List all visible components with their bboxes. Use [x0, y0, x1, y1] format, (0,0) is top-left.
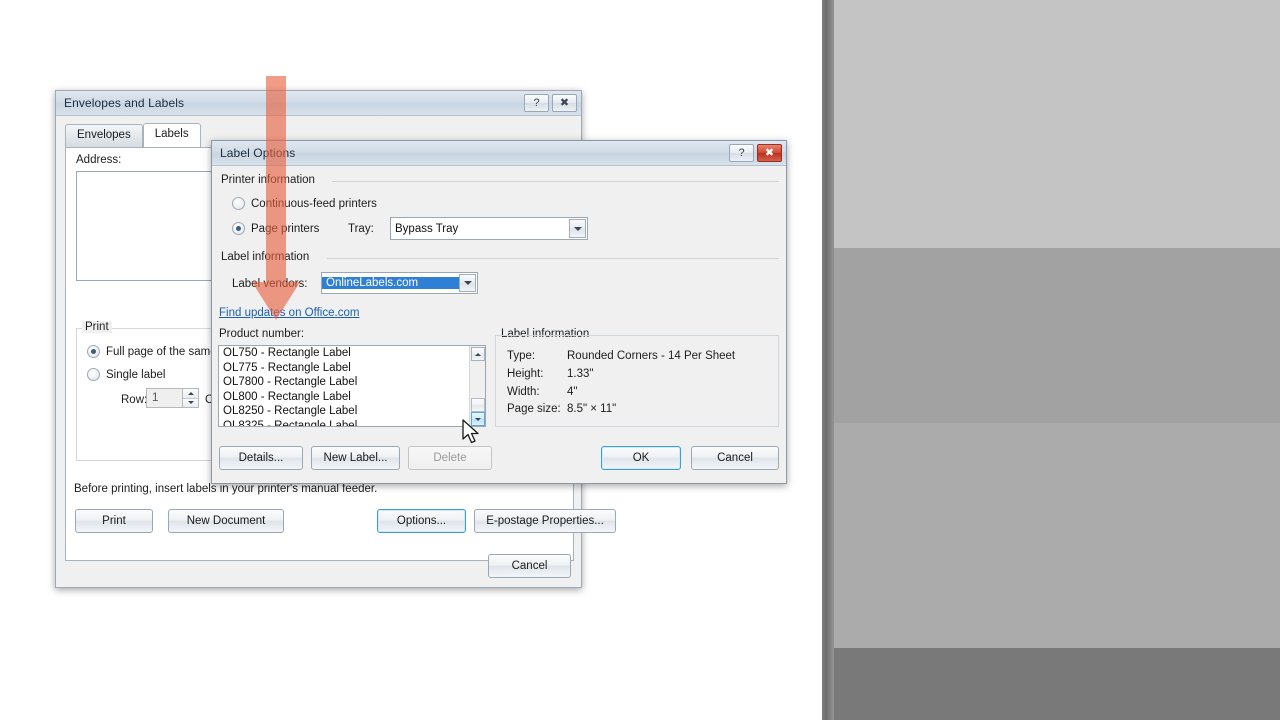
envelopes-titlebar-buttons: ? ✖ — [524, 94, 577, 112]
label-vendors-value: OnlineLabels.com — [322, 277, 459, 289]
list-item[interactable]: OL8250 - Rectangle Label — [219, 404, 485, 419]
list-item[interactable]: OL750 - Rectangle Label — [219, 346, 485, 361]
stepper-up-icon[interactable] — [183, 389, 198, 399]
page-size-key: Page size: — [507, 403, 561, 415]
new-label-button[interactable]: New Label... — [311, 446, 400, 470]
right-dark-divider — [822, 0, 832, 720]
right-panel-lower-mid — [832, 423, 1280, 648]
type-value: Rounded Corners - 14 Per Sheet — [567, 350, 736, 362]
tab-envelopes[interactable]: Envelopes — [65, 124, 143, 147]
label-options-dialog: Label Options ? ✖ Printer information Co… — [211, 140, 787, 484]
scroll-up-arrow[interactable] — [471, 347, 485, 361]
cancel-button[interactable]: Cancel — [691, 446, 779, 470]
height-value: 1.33" — [567, 368, 594, 380]
envelopes-tabstrip: Envelopes Labels — [65, 123, 201, 147]
type-key: Type: — [507, 350, 536, 362]
envelopes-titlebar[interactable]: Envelopes and Labels ? ✖ — [56, 91, 581, 116]
help-icon[interactable]: ? — [524, 94, 549, 112]
row-value: 1 — [152, 392, 159, 404]
chevron-down-icon[interactable] — [459, 274, 476, 292]
label-options-titlebar-buttons: ? ✖ — [729, 144, 782, 162]
close-icon[interactable]: ✖ — [757, 144, 782, 162]
row-label: Row: — [121, 394, 148, 406]
label-information-rule — [327, 258, 779, 259]
label-information-group-title: Label information — [221, 251, 310, 263]
width-key: Width: — [507, 386, 540, 398]
print-button[interactable]: Print — [75, 509, 153, 533]
tray-label: Tray: — [348, 223, 374, 235]
product-number-scrollbar[interactable] — [469, 346, 485, 426]
stepper-down-icon[interactable] — [183, 398, 198, 407]
radio-continuous-feed-printers[interactable]: Continuous-feed printers — [232, 197, 377, 210]
list-item[interactable]: OL8325 - Rectangle Label — [219, 419, 485, 426]
new-document-button[interactable]: New Document — [168, 509, 284, 533]
epostage-properties-button[interactable]: E-postage Properties... — [474, 509, 616, 533]
envelopes-cancel-button[interactable]: Cancel — [488, 554, 571, 578]
row-stepper[interactable]: 1 — [146, 388, 199, 408]
row-stepper-buttons — [182, 389, 198, 407]
radio-dot-icon — [232, 197, 245, 210]
right-panel-edge — [832, 0, 834, 720]
label-options-titlebar[interactable]: Label Options ? ✖ — [212, 141, 786, 166]
screen-root: Envelopes and Labels ? ✖ Envelopes Label… — [0, 0, 1280, 720]
tab-labels[interactable]: Labels — [142, 123, 201, 147]
label-vendors-select[interactable]: OnlineLabels.com — [321, 272, 478, 294]
ok-button[interactable]: OK — [601, 446, 681, 470]
address-label: Address: — [76, 154, 122, 166]
page-size-value: 8.5" × 11" — [567, 403, 617, 415]
tray-value: Bypass Tray — [395, 222, 459, 235]
right-panel-bottom — [832, 648, 1280, 720]
right-panel-upper-mid — [832, 248, 1280, 423]
product-number-listbox[interactable]: OL750 - Rectangle Label OL775 - Rectangl… — [218, 345, 486, 427]
delete-button: Delete — [408, 446, 492, 470]
label-options-title: Label Options — [220, 146, 296, 160]
radio-continuous-feed-label: Continuous-feed printers — [251, 197, 377, 210]
radio-page-printers-label: Page printers — [251, 222, 320, 235]
radio-dot-icon — [87, 368, 100, 381]
radio-single-label-label: Single label — [106, 368, 166, 381]
close-icon[interactable]: ✖ — [552, 94, 577, 112]
label-vendors-label: Label vendors: — [232, 278, 308, 290]
list-item[interactable]: OL775 - Rectangle Label — [219, 361, 485, 376]
right-panel-top — [832, 0, 1280, 248]
radio-single-label[interactable]: Single label — [87, 368, 165, 381]
scrollbar-thumb[interactable] — [471, 398, 485, 412]
list-item[interactable]: OL7800 - Rectangle Label — [219, 375, 485, 390]
radio-dot-icon — [232, 222, 245, 235]
height-key: Height: — [507, 368, 544, 380]
width-value: 4" — [567, 386, 578, 398]
printing-hint: Before printing, insert labels in your p… — [74, 483, 378, 495]
right-white-gap — [800, 0, 822, 720]
printer-information-rule — [332, 181, 779, 182]
details-button[interactable]: Details... — [219, 446, 303, 470]
envelopes-title: Envelopes and Labels — [64, 96, 185, 110]
chevron-down-icon[interactable] — [569, 219, 586, 238]
printer-information-group-title: Printer information — [221, 174, 315, 186]
print-group-title: Print — [82, 321, 112, 333]
address-input[interactable] — [76, 171, 221, 281]
help-icon[interactable]: ? — [729, 144, 754, 162]
tray-select[interactable]: Bypass Tray — [390, 217, 588, 240]
list-item[interactable]: OL800 - Rectangle Label — [219, 390, 485, 405]
radio-page-printers[interactable]: Page printers — [232, 222, 319, 235]
options-button[interactable]: Options... — [377, 509, 466, 533]
scroll-down-arrow[interactable] — [471, 412, 485, 426]
product-number-label: Product number: — [219, 328, 305, 340]
find-updates-link[interactable]: Find updates on Office.com — [219, 307, 359, 319]
radio-dot-icon — [87, 345, 100, 358]
